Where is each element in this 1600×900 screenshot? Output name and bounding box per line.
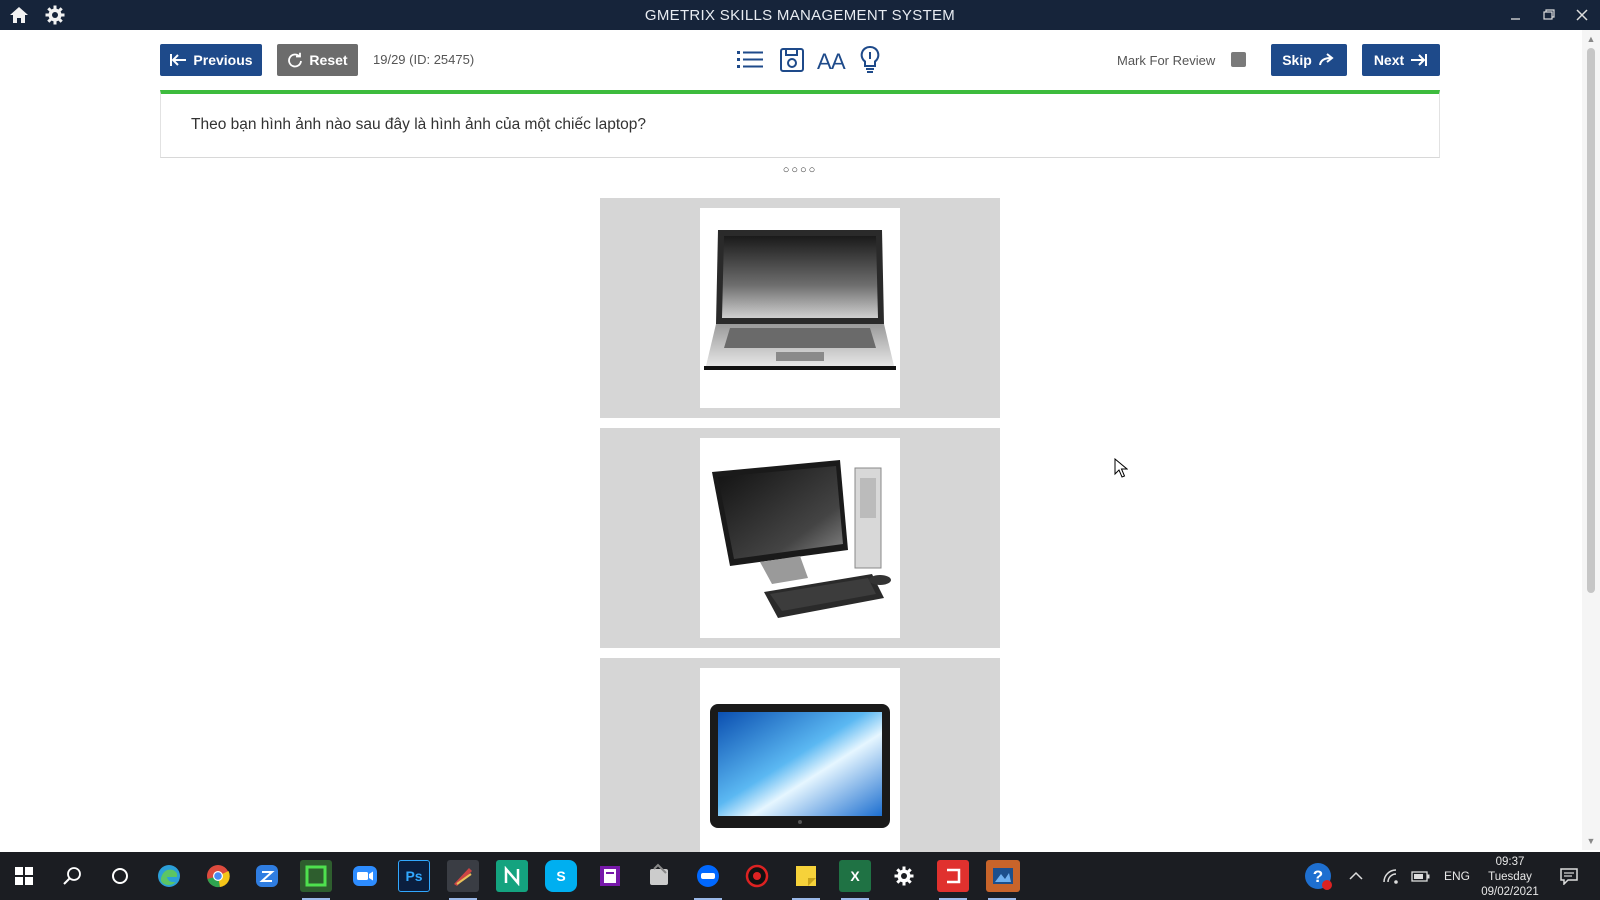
arrow-right-bar-icon [1411, 54, 1428, 66]
reset-button[interactable]: Reset [277, 44, 358, 76]
previous-button[interactable]: Previous [160, 44, 262, 76]
tablet-image [700, 668, 900, 868]
photoshop-label: Ps [405, 868, 423, 884]
clock-day: Tuesday [1488, 871, 1532, 883]
onenote-icon[interactable] [594, 860, 626, 892]
clock-date: 09/02/2021 [1481, 886, 1539, 898]
svg-text:A: A [831, 49, 846, 73]
battery-icon[interactable] [1408, 860, 1434, 892]
list-icon[interactable] [734, 44, 766, 76]
camtasia-icon[interactable] [300, 860, 332, 900]
wifi-icon[interactable] [1378, 860, 1404, 892]
clock-time: 09:37 [1495, 856, 1525, 868]
reset-label: Reset [309, 52, 348, 68]
record-icon[interactable] [741, 860, 773, 892]
question-toolbar: Previous Reset 19/29 (ID: 25475) AA Mark… [160, 44, 1440, 78]
scroll-thumb[interactable] [1587, 48, 1595, 593]
snagit-icon[interactable] [937, 860, 969, 900]
restore-button[interactable] [1537, 4, 1561, 26]
scroll-up-arrow-icon[interactable]: ▲ [1586, 34, 1596, 44]
windows-start-icon[interactable] [8, 860, 40, 892]
font-size-icon[interactable]: AA [817, 44, 849, 76]
minimize-button[interactable] [1504, 4, 1528, 26]
close-button[interactable] [1570, 4, 1594, 26]
sticky-notes-icon[interactable] [790, 860, 822, 900]
app-icon[interactable] [447, 860, 479, 900]
title-bar: GMETRIX SKILLS MANAGEMENT SYSTEM [0, 0, 1600, 30]
app-icon[interactable] [986, 860, 1020, 900]
next-button[interactable]: Next [1362, 44, 1440, 76]
zalo-icon[interactable] [692, 860, 724, 900]
search-icon[interactable] [56, 860, 88, 892]
skip-button[interactable]: Skip [1271, 44, 1347, 76]
zalo-icon[interactable] [251, 860, 283, 892]
help-icon[interactable]: ? [1302, 860, 1334, 892]
settings-icon[interactable] [888, 860, 920, 892]
mouse-cursor-icon [1114, 457, 1129, 483]
app-window: GMETRIX SKILLS MANAGEMENT SYSTEM Previou… [0, 0, 1600, 900]
vertical-scrollbar[interactable]: ▲ ▼ [1582, 30, 1600, 850]
refresh-icon [288, 52, 303, 68]
question-text: Theo bạn hình ảnh nào sau đây là hình ản… [191, 116, 647, 133]
svg-text:?: ? [1313, 867, 1323, 886]
skype-label: S [556, 868, 566, 884]
question-panel: Theo bạn hình ảnh nào sau đây là hình ản… [160, 90, 1440, 158]
app-icon[interactable] [643, 860, 675, 892]
zoom-icon[interactable] [349, 860, 381, 892]
chevron-up-icon[interactable] [1344, 860, 1368, 892]
all-in-one-desktop-image [700, 438, 900, 638]
notification-icon[interactable] [1554, 860, 1584, 892]
laptop-image [700, 208, 900, 408]
clock[interactable]: 09:37 Tuesday 09/02/2021 [1470, 855, 1550, 900]
excel-label: X [850, 868, 860, 884]
scroll-down-arrow-icon[interactable]: ▼ [1586, 836, 1596, 846]
svg-text:A: A [817, 49, 832, 73]
arrow-left-bar-icon [170, 54, 187, 66]
excel-icon[interactable]: X [839, 860, 871, 900]
window-title: GMETRIX SKILLS MANAGEMENT SYSTEM [644, 7, 956, 24]
skip-label: Skip [1282, 52, 1312, 68]
next-label: Next [1373, 52, 1405, 68]
skype-icon[interactable]: S [545, 860, 577, 892]
answer-option-1[interactable] [600, 198, 1000, 418]
answer-option-3[interactable] [600, 658, 1000, 878]
question-progress: 19/29 (ID: 25475) [373, 52, 475, 67]
edge-icon[interactable] [153, 860, 185, 892]
page-dots: ○○○○ [782, 164, 818, 176]
mark-for-review-checkbox[interactable] [1231, 52, 1246, 67]
notion-icon[interactable] [496, 860, 528, 892]
taskbar: Ps S X ? ENG 09:37 Tuesday 09/02/2021 [0, 852, 1600, 900]
answer-option-2[interactable] [600, 428, 1000, 648]
mark-for-review-label: Mark For Review [1117, 53, 1216, 68]
share-arrow-icon [1318, 53, 1334, 66]
save-icon[interactable] [776, 44, 808, 76]
previous-label: Previous [193, 52, 253, 68]
hint-lightbulb-icon[interactable] [854, 44, 886, 76]
photoshop-icon[interactable]: Ps [398, 860, 430, 892]
language-indicator[interactable]: ENG [1444, 869, 1470, 883]
chrome-icon[interactable] [202, 860, 234, 892]
cortana-icon[interactable] [104, 860, 136, 892]
